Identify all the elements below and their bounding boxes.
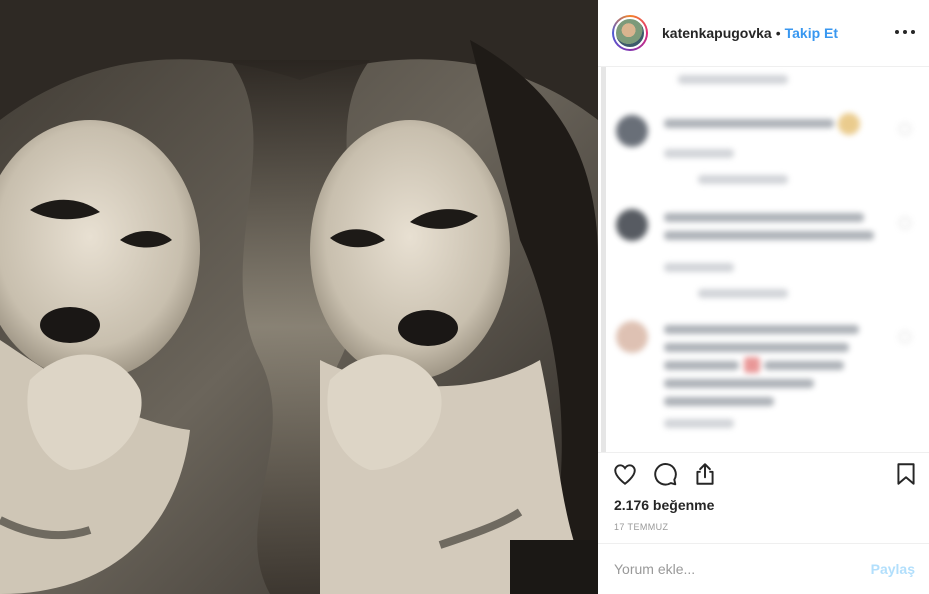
add-comment-bar: Paylaş <box>598 543 929 594</box>
share-button[interactable] <box>692 461 722 491</box>
post-date[interactable]: 17 TEMMUZ <box>614 522 668 532</box>
comment-input[interactable] <box>614 561 871 577</box>
post-image <box>0 0 598 594</box>
comments-list[interactable] <box>598 66 929 452</box>
scrollbar[interactable] <box>601 67 606 452</box>
post-comment-button[interactable]: Paylaş <box>871 561 915 577</box>
comment-button[interactable] <box>652 461 682 491</box>
like-button[interactable] <box>612 461 642 491</box>
comment-icon <box>654 463 677 486</box>
likes-count[interactable]: 2.176 beğenme <box>614 497 714 513</box>
dot-icon <box>895 30 899 34</box>
bookmark-icon <box>897 463 915 485</box>
post-header: katenkapugovka • Takip Et <box>598 0 929 66</box>
post-side-panel: katenkapugovka • Takip Et 2.176 beğenme … <box>598 0 929 594</box>
share-icon <box>696 463 714 485</box>
heart-icon <box>614 464 636 485</box>
dot-icon <box>911 30 915 34</box>
avatar[interactable] <box>612 15 648 51</box>
username-link[interactable]: katenkapugovka <box>662 25 772 41</box>
more-options-icon[interactable] <box>895 24 915 40</box>
post-photo[interactable] <box>0 0 598 594</box>
follow-button[interactable]: Takip Et <box>785 25 838 41</box>
dot-icon <box>903 30 907 34</box>
separator-dot: • <box>775 25 781 41</box>
save-button[interactable] <box>893 461 923 491</box>
avatar-image <box>614 17 646 49</box>
